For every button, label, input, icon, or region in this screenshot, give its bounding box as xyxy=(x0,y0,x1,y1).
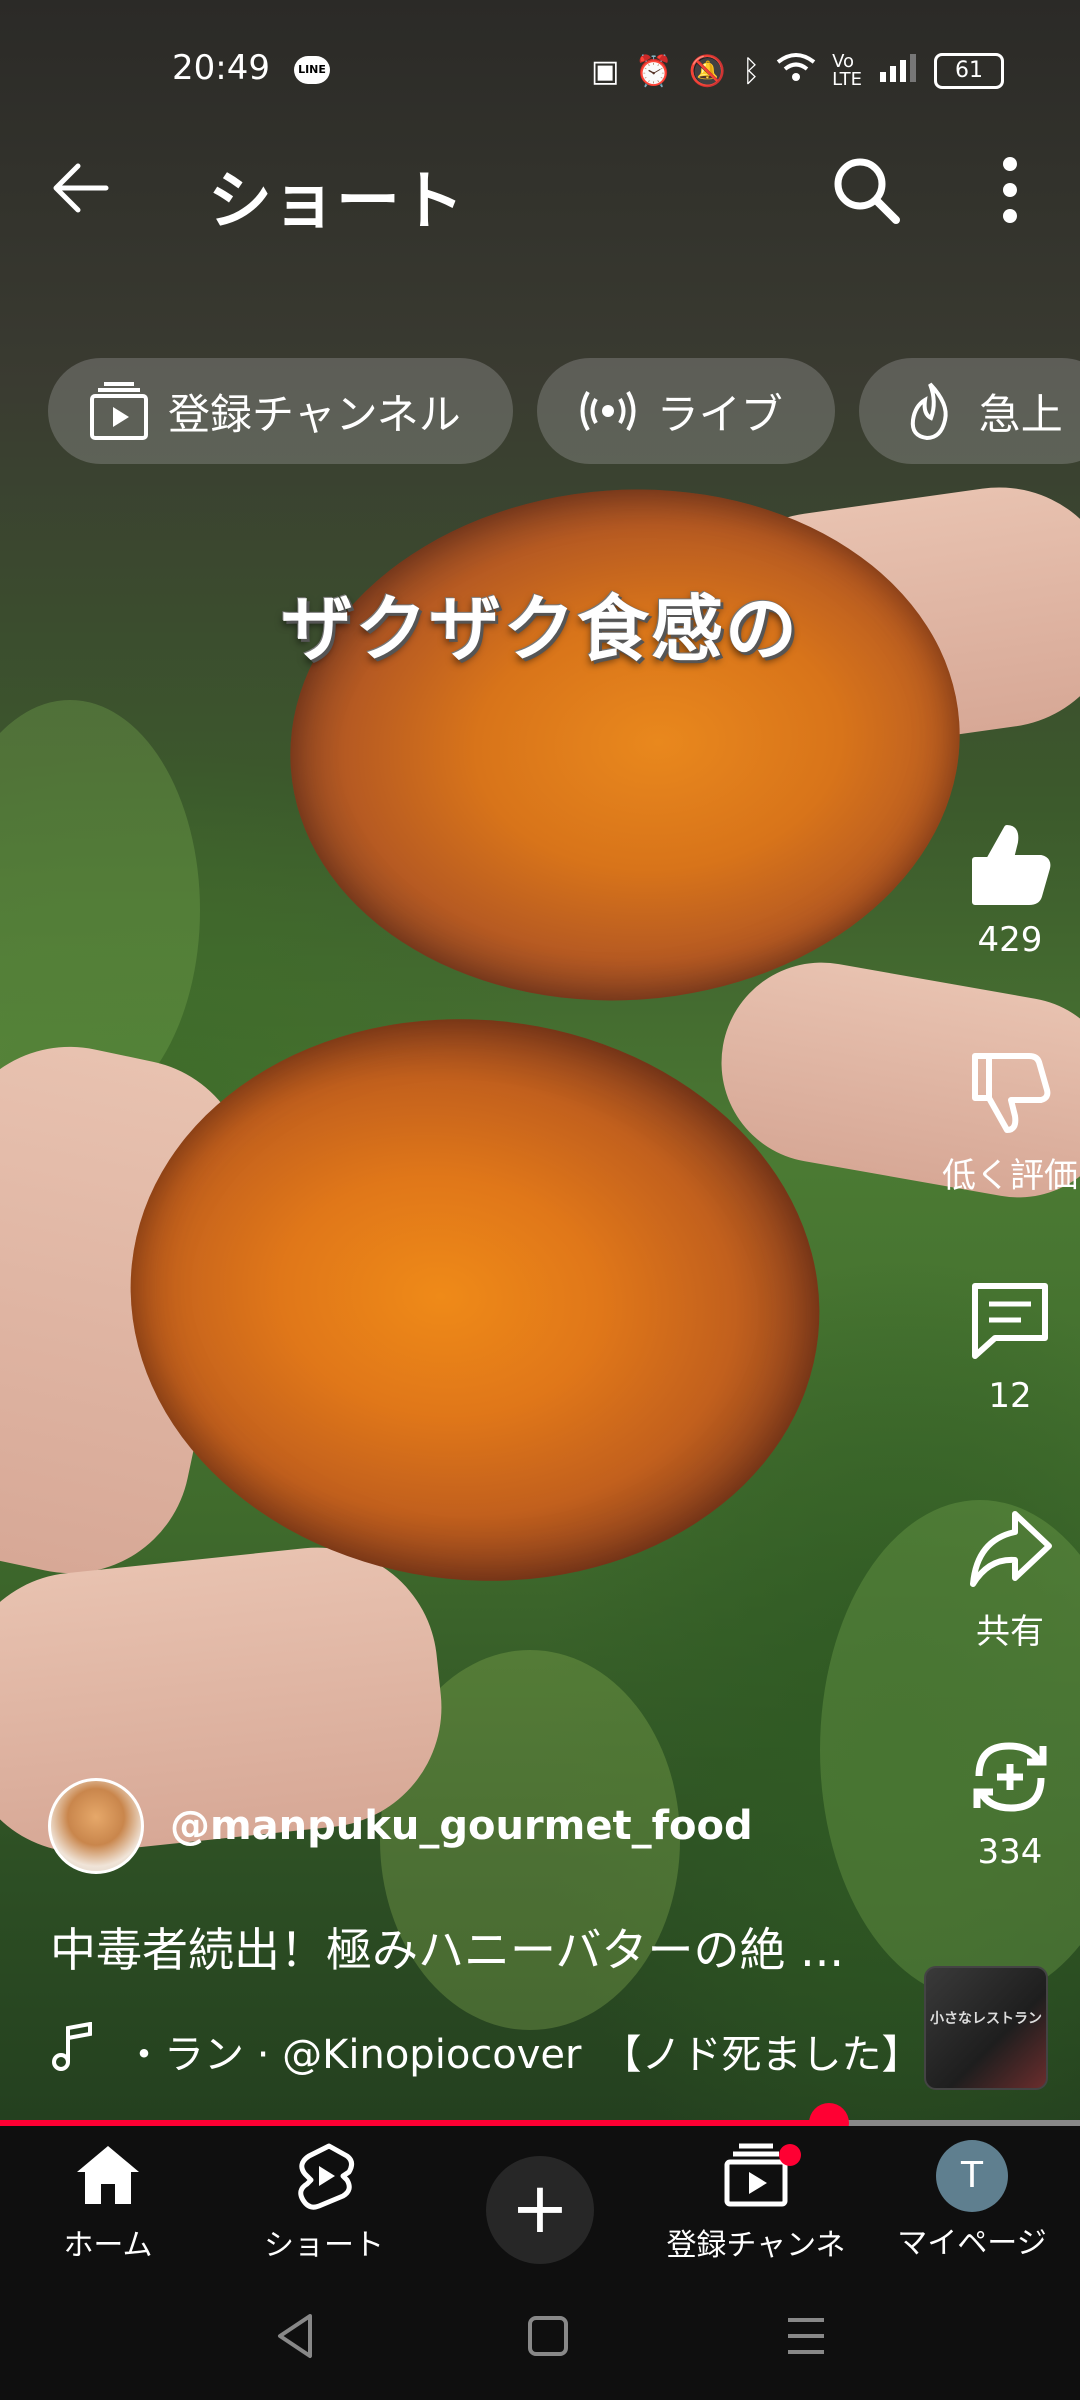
sound-thumbnail-text: 小さなレストラン xyxy=(930,2011,1042,2027)
filter-chips: 登録チャンネル ライブ 急上 xyxy=(48,358,1080,464)
battery-icon: 61 xyxy=(934,53,1004,89)
remix-button[interactable]: 334 xyxy=(940,1732,1080,1872)
shorts-screen: ザクザク食感の 20:49 LINE ▣ ⏰ 🔕 ᛒ Vo LTE 61 ショート xyxy=(0,0,1080,2400)
share-label: 共有 xyxy=(976,1612,1044,1652)
home-icon xyxy=(77,2146,139,2204)
nav-mypage-label: マイページ xyxy=(897,2226,1047,2261)
system-navigation xyxy=(0,2266,1080,2400)
share-button[interactable]: 共有 xyxy=(940,1504,1080,1653)
video-title[interactable]: 中毒者続出！極みハニーバターの絶 ... xyxy=(50,1914,890,1980)
video-caption-overlay: ザクザク食感の xyxy=(280,586,799,671)
sound-text: ・ラン · @Kinopiocover 【ノド死ました】 xyxy=(124,2032,922,2078)
search-icon[interactable] xyxy=(830,154,902,226)
nav-home[interactable]: ホーム xyxy=(8,2140,208,2264)
dislike-icon xyxy=(972,1053,1051,1133)
chip-trending[interactable]: 急上 xyxy=(858,358,1080,464)
chip-label: 登録チャンネル xyxy=(168,389,461,439)
alarm-icon: ⏰ xyxy=(635,53,673,89)
new-content-dot xyxy=(779,2144,801,2166)
nav-mypage[interactable]: T マイページ xyxy=(872,2140,1072,2262)
chip-label: ライブ xyxy=(656,389,783,439)
comments-button[interactable]: 12 xyxy=(940,1276,1080,1416)
music-note-icon xyxy=(52,2022,92,2071)
top-bar: ショート xyxy=(0,140,1080,240)
system-home-icon[interactable] xyxy=(518,2306,578,2366)
comment-count: 12 xyxy=(988,1376,1032,1416)
live-icon xyxy=(577,380,639,442)
mute-icon: 🔕 xyxy=(688,53,727,89)
signal-icon xyxy=(878,52,918,90)
status-bar: 20:49 LINE ▣ ⏰ 🔕 ᛒ Vo LTE 61 xyxy=(0,42,1080,102)
nav-shorts[interactable]: ショート xyxy=(224,2140,424,2264)
shorts-icon xyxy=(298,2143,355,2210)
share-icon xyxy=(970,1511,1052,1587)
dislike-button[interactable]: 低く評価 xyxy=(940,1048,1080,1197)
remix-count: 334 xyxy=(977,1832,1043,1872)
chip-subscriptions[interactable]: 登録チャンネル xyxy=(48,358,513,464)
nav-home-label: ホーム xyxy=(63,2228,153,2263)
user-avatar: T xyxy=(936,2140,1008,2212)
sound-thumbnail[interactable]: 小さなレストラン xyxy=(924,1966,1048,2090)
like-icon xyxy=(972,825,1051,905)
remix-icon xyxy=(973,1742,1047,1812)
like-count: 429 xyxy=(977,920,1043,960)
nfc-icon: ▣ xyxy=(591,53,620,89)
trending-icon xyxy=(899,380,961,442)
wifi-icon xyxy=(776,52,816,90)
create-button[interactable]: + xyxy=(486,2156,594,2264)
dislike-label: 低く評価 xyxy=(942,1156,1078,1196)
page-title: ショート xyxy=(208,165,464,239)
channel-avatar[interactable] xyxy=(48,1778,144,1874)
system-back-icon[interactable] xyxy=(266,2306,326,2366)
line-app-icon: LINE xyxy=(294,56,330,84)
comment-icon xyxy=(972,1283,1048,1359)
system-recents-icon[interactable] xyxy=(776,2306,836,2366)
status-time: 20:49 xyxy=(172,48,270,88)
music-info[interactable]: ・ラン · @Kinopiocover 【ノド死ました】 xyxy=(50,2022,964,2080)
bottom-navigation: ホーム ショート + 登録チャンネル T マイページ xyxy=(0,2126,1080,2307)
channel-info[interactable]: @manpuku_gourmet_food xyxy=(48,1778,753,1874)
more-options-icon[interactable] xyxy=(990,154,1030,226)
plus-icon: + xyxy=(510,2167,570,2249)
chip-live[interactable]: ライブ xyxy=(536,358,835,464)
like-button[interactable]: 429 xyxy=(940,820,1080,960)
bluetooth-icon: ᛒ xyxy=(742,53,761,89)
nav-shorts-label: ショート xyxy=(264,2228,384,2263)
back-arrow-icon[interactable] xyxy=(50,158,110,218)
subscriptions-icon xyxy=(88,380,150,442)
channel-handle[interactable]: @manpuku_gourmet_food xyxy=(170,1803,753,1849)
chip-label: 急上 xyxy=(978,389,1063,439)
volte-icon: Vo LTE xyxy=(832,51,862,90)
status-icons: ▣ ⏰ 🔕 ᛒ Vo LTE 61 xyxy=(591,52,1004,90)
